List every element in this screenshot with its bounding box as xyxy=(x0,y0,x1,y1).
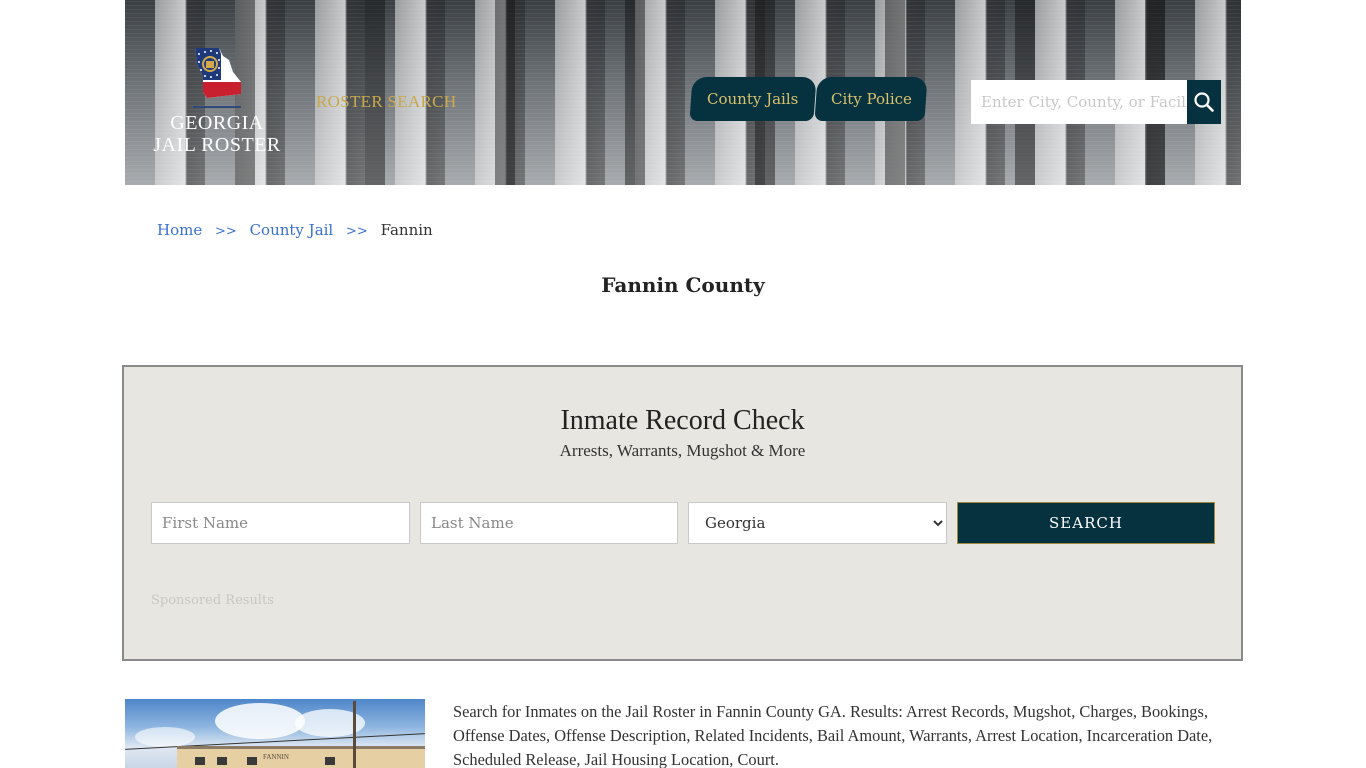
nav-tab-city-police[interactable]: City Police xyxy=(814,77,928,121)
first-name-input[interactable] xyxy=(152,503,409,543)
county-description: Search for Inmates on the Jail Roster in… xyxy=(453,702,1213,768)
photo-cloud xyxy=(215,703,305,739)
breadcrumb-county-jail-link[interactable]: County Jail xyxy=(250,221,334,239)
inmate-record-check-panel: Inmate Record Check Arrests, Warrants, M… xyxy=(122,365,1243,661)
search-icon xyxy=(1194,92,1214,112)
state-field: Georgia xyxy=(688,502,947,544)
nav-tab-city-police-label: City Police xyxy=(830,90,912,108)
page-title: Fannin County xyxy=(601,273,765,297)
breadcrumb-home-link[interactable]: Home xyxy=(157,221,202,239)
header-banner: GEORGIA JAIL ROSTER ROSTER SEARCH County… xyxy=(125,0,1241,185)
record-search-button[interactable]: SEARCH xyxy=(957,502,1215,544)
record-check-subtitle: Arrests, Warrants, Mugshot & More xyxy=(559,441,806,460)
logo-line-2: JAIL ROSTER xyxy=(153,134,281,156)
record-check-title: Inmate Record Check xyxy=(560,405,805,436)
nav-tab-county-jails-label: County Jails xyxy=(707,90,799,108)
photo-building-sign: FANNIN xyxy=(263,753,289,761)
photo-cloud xyxy=(135,727,195,747)
photo-window xyxy=(217,757,227,765)
breadcrumb-current: Fannin xyxy=(380,221,433,239)
photo-building xyxy=(177,746,425,768)
sponsored-results-label: Sponsored Results xyxy=(151,593,274,608)
last-name-field xyxy=(420,502,678,544)
facility-search-button[interactable] xyxy=(1187,80,1221,124)
photo-window xyxy=(195,757,205,765)
nav-tab-county-jails[interactable]: County Jails xyxy=(689,77,817,121)
georgia-state-flag-map-icon xyxy=(195,48,241,98)
photo-window xyxy=(325,757,335,765)
breadcrumb-separator: >> xyxy=(215,224,237,239)
last-name-input[interactable] xyxy=(421,503,677,543)
photo-utility-pole xyxy=(353,701,356,768)
first-name-field xyxy=(151,502,410,544)
facility-search-box xyxy=(971,80,1221,124)
logo-line-1: GEORGIA xyxy=(170,112,264,134)
facility-search-input[interactable] xyxy=(971,80,1221,124)
roster-search-tagline: ROSTER SEARCH xyxy=(316,92,457,111)
breadcrumb-separator: >> xyxy=(346,224,368,239)
site-logo[interactable]: GEORGIA JAIL ROSTER xyxy=(153,46,283,161)
facility-photo: FANNIN xyxy=(125,699,425,768)
state-select[interactable]: Georgia xyxy=(689,503,946,543)
photo-window xyxy=(247,757,257,765)
logo-divider xyxy=(193,106,241,108)
breadcrumb: Home >> County Jail >> Fannin xyxy=(157,221,433,239)
logo-text: GEORGIA JAIL ROSTER xyxy=(153,112,281,156)
